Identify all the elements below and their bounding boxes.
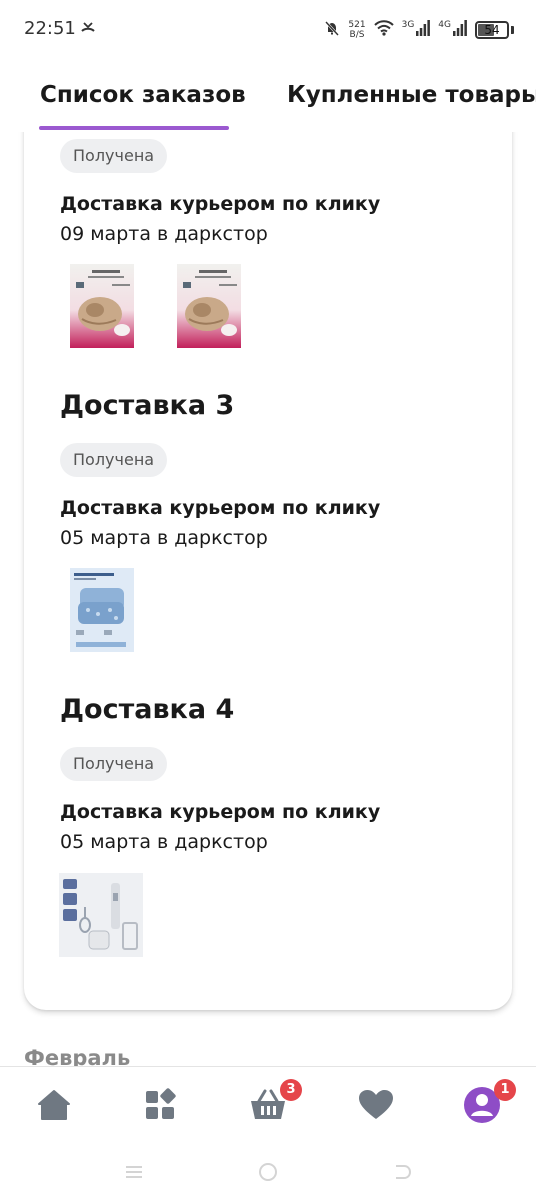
network-speed-unit: B/S: [349, 30, 365, 40]
nav-home[interactable]: [34, 1085, 74, 1125]
battery-tip: [511, 26, 514, 34]
profile-icon: [462, 1087, 502, 1129]
home-icon: [34, 1090, 74, 1129]
blanket-product-image[interactable]: [64, 264, 148, 348]
wifi-icon: [373, 20, 394, 40]
home-button-icon[interactable]: [258, 1162, 278, 1186]
active-tab-indicator: [39, 126, 229, 130]
cart-icon: [248, 1089, 288, 1129]
missed-call-icon: [80, 20, 96, 40]
delivery-method: Доставка курьером по клику: [60, 497, 381, 519]
cart-count-badge: 3: [280, 1079, 302, 1101]
catalog-icon: [141, 1088, 181, 1129]
back-icon[interactable]: [392, 1162, 412, 1186]
status-time: 22:51: [24, 18, 76, 39]
delivery-date: 05 марта в даркстор: [60, 527, 268, 549]
nav-profile[interactable]: 1: [462, 1079, 516, 1125]
delivery-title: Доставка 3: [60, 390, 235, 421]
status-badge: Получена: [60, 139, 168, 173]
system-navigation-bar: [0, 1148, 536, 1200]
delivery-method: Доставка курьером по клику: [60, 193, 381, 215]
orders-scroll-area[interactable]: Получена Доставка курьером по клику 09 м…: [0, 132, 536, 1067]
profile-notification-badge: 1: [494, 1079, 516, 1101]
delivery-date: 09 марта в даркстор: [60, 223, 268, 245]
delivery-method: Доставка курьером по клику: [60, 801, 381, 823]
recent-apps-icon[interactable]: [124, 1162, 144, 1186]
network-4g-label: 4G: [438, 20, 451, 30]
bottom-navigation: 3 1: [0, 1066, 536, 1148]
nav-catalog[interactable]: [141, 1085, 181, 1125]
signal-icon: [416, 20, 431, 40]
network-speed: 521 B/S: [348, 20, 365, 40]
delivery-date: 05 марта в даркстор: [60, 831, 268, 853]
tab-orders-list[interactable]: Список заказов: [40, 82, 246, 108]
signal-icon: [453, 20, 467, 40]
delivery-title: Доставка 4: [60, 694, 235, 725]
blanket-product-image[interactable]: [171, 264, 255, 348]
pillows-product-image[interactable]: [64, 568, 148, 652]
tabs-bar: Список заказов Купленные товары: [0, 60, 536, 132]
network-speed-value: 521: [348, 20, 366, 30]
tab-purchased-items[interactable]: Купленные товары: [287, 82, 536, 108]
blender-product-image[interactable]: [59, 873, 143, 957]
status-badge: Получена: [60, 443, 168, 477]
heart-icon: [356, 1090, 396, 1129]
battery-indicator: 54: [475, 21, 509, 39]
status-badge: Получена: [60, 747, 168, 781]
nav-cart[interactable]: 3: [248, 1079, 302, 1125]
mute-icon: [324, 20, 340, 40]
orders-card: Получена Доставка курьером по клику 09 м…: [24, 132, 512, 1010]
status-bar: 22:51 521 B/S 3G 4G 54: [0, 0, 536, 60]
network-3g-label: 3G: [401, 20, 415, 30]
nav-favorites[interactable]: [356, 1085, 396, 1125]
battery-level: 54: [484, 23, 500, 37]
